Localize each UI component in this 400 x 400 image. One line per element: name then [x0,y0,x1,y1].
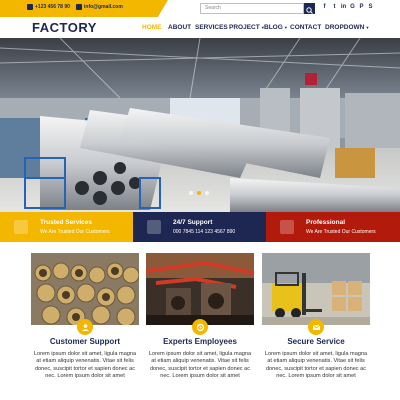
hero-factory-image [0,38,400,212]
email-contact[interactable]: info@gmail.com [76,4,123,10]
chevron-down-icon: ▼ [364,25,370,30]
feature-title: 24/7 Support [173,219,213,226]
google-icon[interactable]: G [349,4,356,11]
nav-services[interactable]: SERVICES [195,24,228,31]
top-bar: +123 456 78 90 info@gmail.com Search f t… [0,0,400,17]
email-text: info@gmail.com [84,4,123,10]
slider-dot[interactable] [189,191,193,195]
feature-subtitle: We Are Trusted Our Customers [306,229,376,235]
chevron-down-icon: ▼ [282,25,288,30]
search-icon [306,7,313,14]
phone-text: +123 456 78 90 [35,4,70,10]
linkedin-icon[interactable]: in [340,4,347,11]
service-text: Lorem ipsum dolor sit amet, ligula magna… [264,351,368,380]
service-card-secure-service[interactable]: Secure Service Lorem ipsum dolor sit ame… [262,253,370,400]
feature-subtitle: 000 7845 114 123 4567 890 [173,229,236,235]
pinterest-icon[interactable]: P [358,4,365,11]
gear-icon [192,319,208,335]
email-icon [76,4,82,10]
nav-dropdown-label: DROPDOWN [325,24,365,31]
nav-blog-label: BLOG [264,24,283,31]
feature-trusted-services[interactable]: Trusted Services We Are Trusted Our Cust… [0,212,133,242]
slider-dot[interactable] [205,191,209,195]
phone-icon [27,4,33,10]
forklift-image [262,253,370,325]
skype-icon[interactable]: S [367,4,374,11]
machinery-image [146,253,254,325]
nav-contact[interactable]: CONTACT [290,24,321,31]
service-title: Experts Employees [163,337,237,346]
nav-project[interactable]: PROJECT ▼ [229,24,265,31]
feature-support[interactable]: 24/7 Support 000 7845 114 123 4567 890 [133,212,266,242]
nav-dropdown[interactable]: DROPDOWN ▼ [325,24,369,31]
service-title: Secure Service [287,337,345,346]
pipes-image [31,253,139,325]
feature-subtitle: We Are Trusted Our Customers [40,229,110,235]
service-card-experts-employees[interactable]: Experts Employees Lorem ipsum dolor sit … [146,253,254,400]
user-icon [280,220,294,234]
nav-about[interactable]: ABOUT [168,24,191,31]
feature-title: Trusted Services [40,219,93,226]
service-text: Lorem ipsum dolor sit amet, ligula magna… [33,351,137,380]
phone-contact[interactable]: +123 456 78 90 [27,4,70,10]
feature-professional[interactable]: Professional We Are Trusted Our Customer… [266,212,400,242]
users-icon [77,319,93,335]
twitter-icon[interactable]: t [331,4,338,11]
nav-blog[interactable]: BLOG ▼ [264,24,288,31]
slider-dots [189,191,209,195]
headset-icon [147,220,161,234]
nav-project-label: PROJECT [229,24,260,31]
service-title: Customer Support [49,337,121,346]
service-card-customer-support[interactable]: Customer Support Lorem ipsum dolor sit a… [31,253,139,400]
nav-home[interactable]: HOME [142,24,162,31]
search-button[interactable] [304,3,315,14]
feature-title: Professional [306,219,346,226]
service-text: Lorem ipsum dolor sit amet, ligula magna… [148,351,252,380]
shield-icon [14,220,28,234]
search-input[interactable]: Search [200,3,304,14]
envelope-icon [308,319,324,335]
main-nav: FACTORY HOME ABOUT SERVICES PROJECT ▼ BL… [0,17,400,38]
page: +123 456 78 90 info@gmail.com Search f t… [0,0,400,400]
facebook-icon[interactable]: f [321,4,328,11]
hero-slider[interactable] [0,38,400,212]
site-logo[interactable]: FACTORY [32,20,97,35]
slider-dot-active[interactable] [197,191,201,195]
